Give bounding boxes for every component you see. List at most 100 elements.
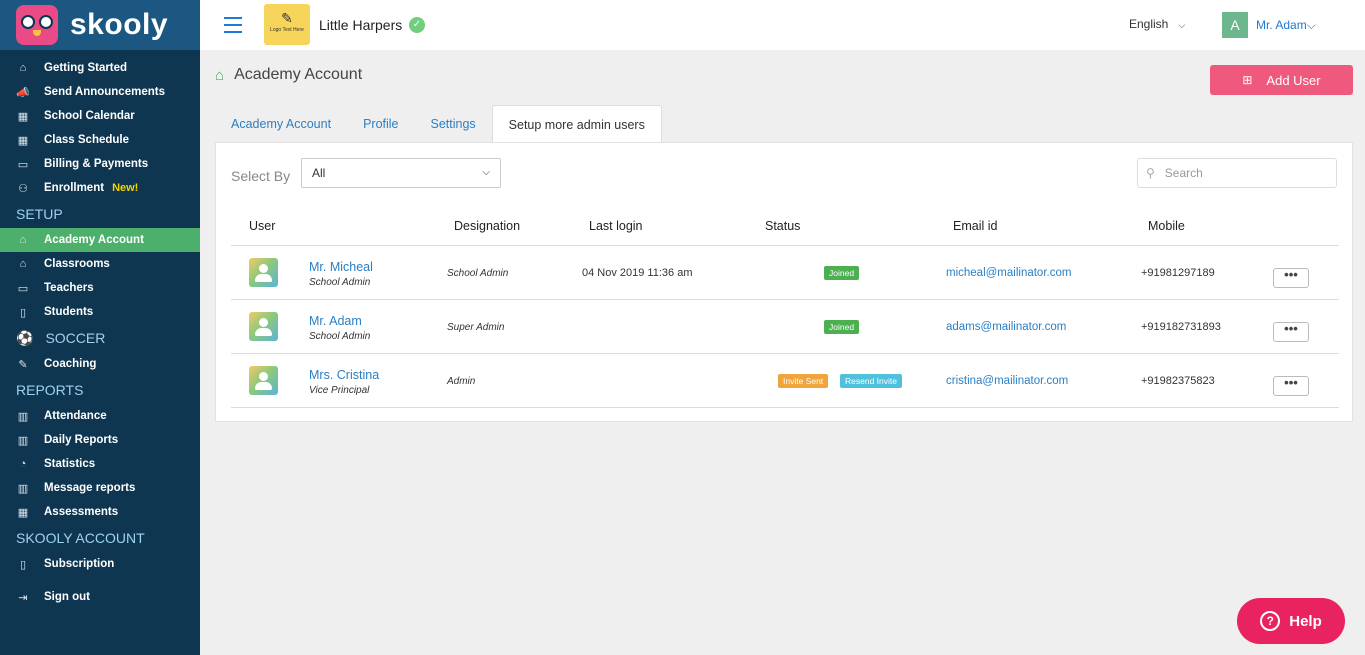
tab-profile[interactable]: Profile [347,105,414,143]
help-label: Help [1289,612,1322,630]
add-user-label: Add User [1266,72,1321,88]
classroom-icon: ⌂ [19,258,27,270]
row-actions-button[interactable]: ••• [1273,376,1309,396]
user-menu[interactable]: Mr. Adam⌵ [1256,18,1316,33]
email-link[interactable]: adams@mailinator.com [946,321,1066,333]
sidebar-item-label: Billing & Payments [44,158,149,170]
language-selector[interactable]: English ⌵ [1129,17,1185,31]
sidebar-item-classrooms[interactable]: ⌂ Classrooms [0,252,200,276]
email-link[interactable]: micheal@mailinator.com [946,267,1071,279]
sidebar-item-teachers[interactable]: ▭ Teachers [0,276,200,300]
sidebar-item-label: School Calendar [44,110,135,122]
calendar-icon: ▦ [17,110,29,123]
sidebar-item-label: Coaching [44,358,97,370]
sidebar-item-label: Classrooms [44,258,110,270]
user-name-link[interactable]: Mr. Adam [309,314,362,328]
chevron-down-icon: ⌵ [482,167,490,178]
mobile: +91981297189 [1141,267,1215,279]
table-row: Mr. Adam School Admin Super Admin Joined… [231,300,1339,354]
column-header-last-login: Last login [589,219,643,233]
designation: Super Admin [447,322,505,333]
sidebar: skooly ⌂ Getting Started 📣 Send Announceme… [0,0,200,655]
sidebar-item-attendance[interactable]: ▥ Attendance [0,404,200,428]
soccer-ball-icon: ⚽ [16,329,34,346]
column-header-user: User [249,219,276,233]
bookmark-icon: ▯ [19,558,27,571]
status-badge-invite-sent: Invite Sent [778,374,829,388]
sidebar-item-billing-payments[interactable]: ▭ Billing & Payments [0,152,200,176]
add-user-button[interactable]: ⊞ Add User [1210,65,1353,95]
pencil-icon: ✎ [281,10,293,26]
top-bar: ✎ Logo Text Here Little Harpers ✓ Englis… [200,0,1365,50]
school-logo: ✎ Logo Text Here [264,4,310,45]
student-icon: ▯ [19,306,27,319]
user-role: School Admin [309,277,371,288]
user-avatar-icon [249,258,278,287]
sidebar-nav: ⌂ Getting Started 📣 Send Announcements ▦ Sc… [0,50,200,609]
tab-academy-account[interactable]: Academy Account [215,105,347,143]
whistle-icon: ✎ [18,358,28,371]
user-avatar-icon [249,366,278,395]
sidebar-item-statistics[interactable]: ◔ Statistics [0,452,200,476]
report-icon: ▥ [17,410,29,423]
last-login: 04 Nov 2019 11:36 am [582,267,693,279]
mobile: +919182731893 [1141,321,1221,333]
chevron-down-icon: ⌵ [1306,18,1316,32]
tabs: Academy Account Profile Settings Setup m… [215,105,662,143]
select-by-dropdown[interactable]: All ⌵ [301,158,501,188]
sidebar-item-academy-account[interactable]: ⌂ Academy Account [0,228,200,252]
sidebar-item-school-calendar[interactable]: ▦ School Calendar [0,104,200,128]
table-row: Mrs. Cristina Vice Principal Admin Invit… [231,354,1339,408]
column-header-designation: Designation [454,219,521,233]
user-avatar[interactable]: A [1222,12,1248,38]
select-by-label: Select By [231,168,291,184]
user-name-link[interactable]: Mr. Micheal [309,260,373,274]
section-setup: SETUP [16,206,63,222]
sidebar-item-label: Attendance [44,410,107,422]
help-button[interactable]: ? Help [1237,598,1345,644]
page-title: ⌂ Academy Account [215,66,362,84]
new-badge: New! [112,182,139,194]
sidebar-item-class-schedule[interactable]: ▦ Class Schedule [0,128,200,152]
sign-out-icon: ⇥ [18,591,28,604]
status-badge-joined: Joined [824,266,860,280]
section-title: SOCCER [45,330,106,346]
plus-square-icon: ⊞ [1242,73,1253,87]
chevron-down-icon: ⌵ [1178,20,1186,30]
sidebar-item-label: Daily Reports [44,434,119,446]
owl-logo-icon [16,5,58,45]
sidebar-item-assessments[interactable]: ▦ Assessments [0,500,200,524]
sidebar-item-label: Subscription [44,558,115,570]
sidebar-item-message-reports[interactable]: ▥ Message reports [0,476,200,500]
table-header: User Designation Last login Status Email… [231,208,1339,246]
sidebar-item-getting-started[interactable]: ⌂ Getting Started [0,56,200,80]
tab-setup-admin-users[interactable]: Setup more admin users [491,105,662,143]
search-input[interactable] [1164,166,1325,180]
user-name-link[interactable]: Mrs. Cristina [309,368,379,382]
row-actions-button[interactable]: ••• [1273,268,1309,288]
email-link[interactable]: cristina@mailinator.com [946,375,1068,387]
tab-settings[interactable]: Settings [415,105,492,143]
sidebar-item-label: Statistics [44,458,96,470]
mobile: +91982375823 [1141,375,1215,387]
home-icon: ⌂ [19,62,27,74]
sidebar-item-students[interactable]: ▯ Students [0,300,200,324]
sidebar-item-label: Students [44,306,94,318]
sidebar-item-sign-out[interactable]: ⇥ Sign out [0,585,200,609]
user-avatar-icon [249,312,278,341]
sidebar-item-subscription[interactable]: ▯ Subscription [0,552,200,576]
sidebar-item-label: Send Announcements [44,86,165,98]
sidebar-item-send-announcements[interactable]: 📣 Send Announcements [0,80,200,104]
sidebar-item-enrollment[interactable]: ⚇ Enrollment New! [0,176,200,200]
pie-chart-icon: ◔ [19,458,27,470]
hamburger-menu-icon[interactable] [224,17,242,38]
brand[interactable]: skooly [0,0,200,50]
row-actions-button[interactable]: ••• [1273,322,1309,342]
section-skooly-account: SKOOLY ACCOUNT [16,530,145,546]
resend-invite-button[interactable]: Resend Invite [840,374,902,388]
search-icon: ⚲ [1146,166,1155,180]
sidebar-item-coaching[interactable]: ✎ Coaching [0,352,200,376]
search-box: ⚲ [1137,158,1337,188]
sidebar-item-daily-reports[interactable]: ▥ Daily Reports [0,428,200,452]
section-soccer: ⚽ SOCCER [0,324,200,352]
